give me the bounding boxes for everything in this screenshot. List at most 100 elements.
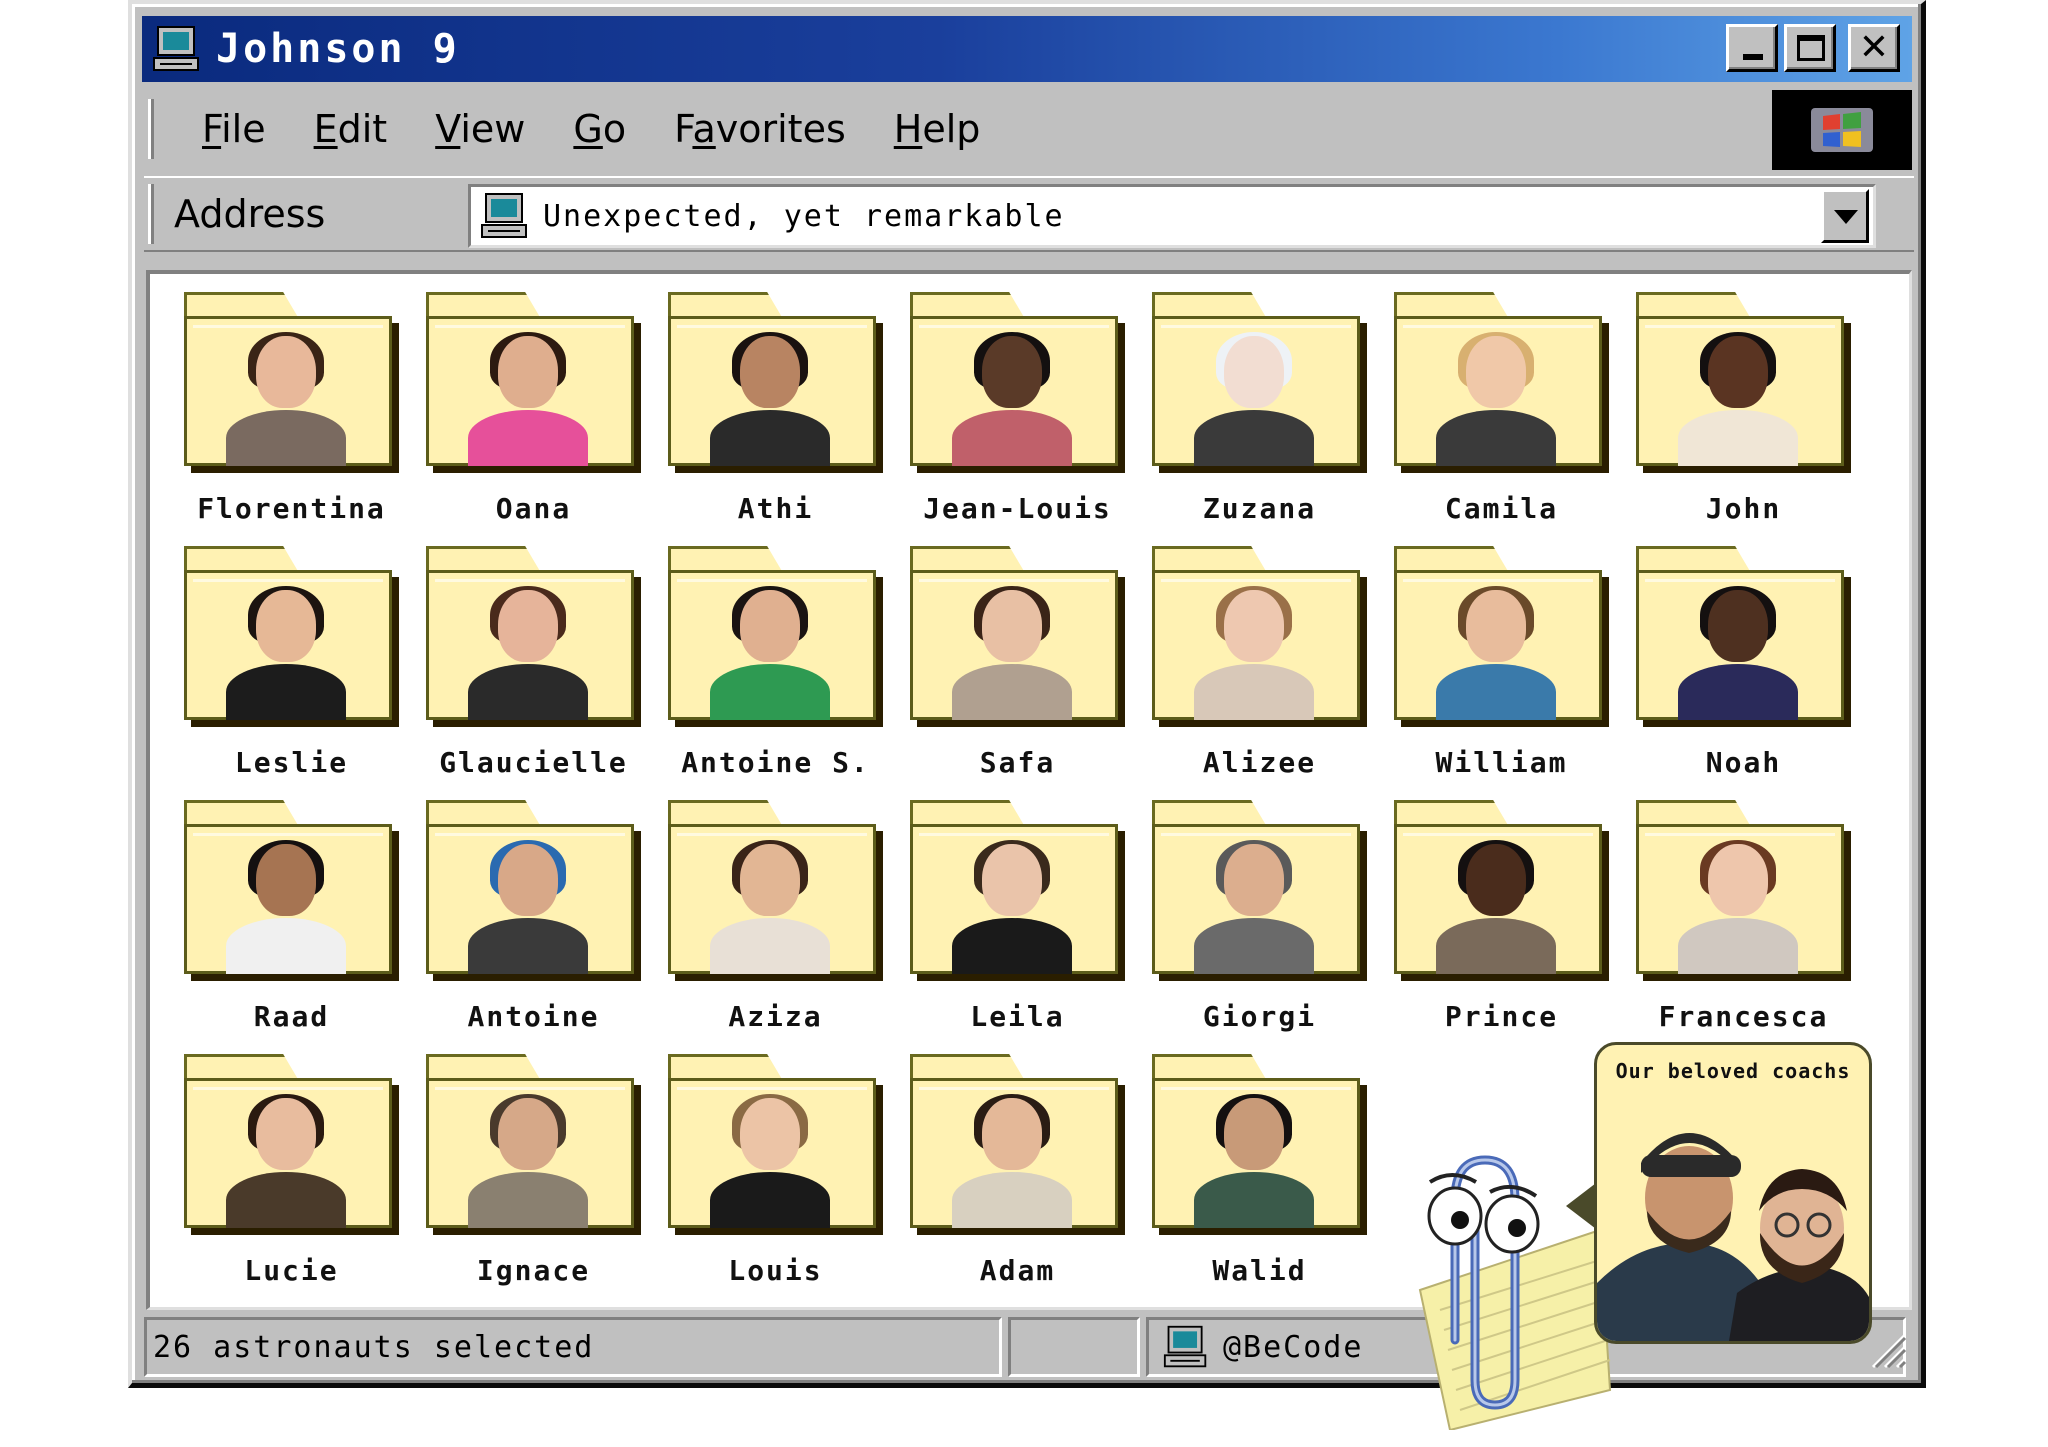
window-title: Johnson 9 bbox=[216, 26, 460, 72]
status-selection: 26 astronauts selected bbox=[153, 1329, 595, 1365]
folder-item[interactable]: Jean-Louis bbox=[910, 292, 1125, 525]
folder-icon bbox=[184, 800, 399, 980]
folder-icon bbox=[668, 800, 883, 980]
address-input[interactable]: Unexpected, yet remarkable bbox=[468, 184, 1876, 248]
folder-item[interactable]: Noah bbox=[1636, 546, 1851, 779]
folder-item[interactable]: Oana bbox=[426, 292, 641, 525]
portrait-photo bbox=[952, 332, 1072, 466]
folder-icon bbox=[1636, 292, 1851, 472]
status-empty-panel bbox=[1008, 1317, 1140, 1377]
folder-item[interactable]: Francesca bbox=[1636, 800, 1851, 1033]
status-zone-label: @BeCode bbox=[1223, 1329, 1364, 1365]
folder-icon bbox=[1394, 292, 1609, 472]
menu-help[interactable]: Help bbox=[894, 107, 981, 151]
folder-label: Camila bbox=[1444, 492, 1559, 525]
folder-icon bbox=[1394, 800, 1609, 980]
portrait-photo bbox=[1678, 586, 1798, 720]
folder-item[interactable]: Glaucielle bbox=[426, 546, 641, 779]
address-grip[interactable] bbox=[148, 184, 154, 244]
folder-item[interactable]: Louis bbox=[668, 1054, 883, 1287]
status-selection-panel: 26 astronauts selected bbox=[144, 1317, 1002, 1377]
folder-item[interactable]: Walid bbox=[1152, 1054, 1367, 1287]
menu-favorites[interactable]: Favorites bbox=[674, 107, 846, 151]
folder-item[interactable]: Adam bbox=[910, 1054, 1125, 1287]
portrait-photo bbox=[468, 840, 588, 974]
folder-item[interactable]: John bbox=[1636, 292, 1851, 525]
portrait-photo bbox=[710, 1094, 830, 1228]
address-dropdown-button[interactable] bbox=[1821, 189, 1869, 243]
folder-item[interactable]: Raad bbox=[184, 800, 399, 1033]
folder-item[interactable]: Camila bbox=[1394, 292, 1609, 525]
folder-icon bbox=[910, 292, 1125, 472]
folder-label: Oana bbox=[495, 492, 572, 525]
portrait-photo bbox=[1194, 1094, 1314, 1228]
folder-item[interactable]: Safa bbox=[910, 546, 1125, 779]
folder-item[interactable]: Alizee bbox=[1152, 546, 1367, 779]
folder-icon bbox=[426, 800, 641, 980]
portrait-photo bbox=[1194, 586, 1314, 720]
computer-icon bbox=[152, 24, 202, 74]
folder-item[interactable]: Antoine bbox=[426, 800, 641, 1033]
folder-item[interactable]: Giorgi bbox=[1152, 800, 1367, 1033]
folder-item[interactable]: Ignace bbox=[426, 1054, 641, 1287]
close-icon: ✕ bbox=[1858, 27, 1890, 68]
title-bar[interactable]: Johnson 9 ✕ bbox=[142, 16, 1912, 82]
coaches-photo bbox=[1597, 1133, 1869, 1341]
folder-label: Glaucielle bbox=[439, 746, 628, 779]
portrait-photo bbox=[1436, 840, 1556, 974]
maximize-icon bbox=[1797, 35, 1825, 61]
folder-icon bbox=[668, 292, 883, 472]
folder-label: Jean-Louis bbox=[923, 492, 1112, 525]
minimize-button[interactable] bbox=[1726, 24, 1778, 72]
folder-icon bbox=[1394, 546, 1609, 726]
folder-item[interactable]: Zuzana bbox=[1152, 292, 1367, 525]
folder-label: Leslie bbox=[234, 746, 349, 779]
window-controls: ✕ bbox=[1726, 24, 1900, 72]
folder-item[interactable]: Lucie bbox=[184, 1054, 399, 1287]
portrait-photo bbox=[1678, 840, 1798, 974]
folder-item[interactable]: Florentina bbox=[184, 292, 399, 525]
coaches-title: Our beloved coachs bbox=[1615, 1059, 1851, 1083]
folder-label: Leila bbox=[970, 1000, 1065, 1033]
resize-grip-icon[interactable] bbox=[1865, 1327, 1909, 1371]
maximize-button[interactable] bbox=[1784, 24, 1836, 72]
folder-icon bbox=[668, 1054, 883, 1234]
folder-icon bbox=[426, 1054, 641, 1234]
folder-label: Athi bbox=[737, 492, 814, 525]
folder-label: John bbox=[1705, 492, 1782, 525]
folder-label: William bbox=[1435, 746, 1568, 779]
portrait-photo bbox=[710, 586, 830, 720]
portrait-photo bbox=[952, 586, 1072, 720]
folder-icon bbox=[910, 800, 1125, 980]
folder-icon bbox=[184, 1054, 399, 1234]
minimize-icon bbox=[1743, 54, 1763, 60]
menu-view[interactable]: View bbox=[435, 107, 525, 151]
portrait-photo bbox=[952, 840, 1072, 974]
menu-edit[interactable]: Edit bbox=[314, 107, 388, 151]
menu-grip[interactable] bbox=[148, 99, 154, 159]
portrait-photo bbox=[1678, 332, 1798, 466]
folder-item[interactable]: Athi bbox=[668, 292, 883, 525]
folder-item[interactable]: Aziza bbox=[668, 800, 883, 1033]
folder-item[interactable]: Prince bbox=[1394, 800, 1609, 1033]
folder-label: Francesca bbox=[1658, 1000, 1829, 1033]
portrait-photo bbox=[468, 332, 588, 466]
folder-item[interactable]: Leslie bbox=[184, 546, 399, 779]
menu-file[interactable]: File bbox=[202, 107, 266, 151]
folder-label: Alizee bbox=[1202, 746, 1317, 779]
folder-item[interactable]: William bbox=[1394, 546, 1609, 779]
folder-icon bbox=[426, 292, 641, 472]
portrait-photo bbox=[1194, 840, 1314, 974]
coaches-bubble: Our beloved coachs bbox=[1594, 1042, 1872, 1344]
folder-label: Safa bbox=[979, 746, 1056, 779]
close-button[interactable]: ✕ bbox=[1848, 24, 1900, 72]
portrait-photo bbox=[710, 332, 830, 466]
folder-item[interactable]: Antoine S. bbox=[668, 546, 883, 779]
portrait-photo bbox=[226, 332, 346, 466]
folder-label: Adam bbox=[979, 1254, 1056, 1287]
menu-go[interactable]: Go bbox=[573, 107, 626, 151]
folder-icon bbox=[1152, 1054, 1367, 1234]
folder-icon bbox=[910, 546, 1125, 726]
folder-label: Antoine bbox=[467, 1000, 600, 1033]
folder-item[interactable]: Leila bbox=[910, 800, 1125, 1033]
